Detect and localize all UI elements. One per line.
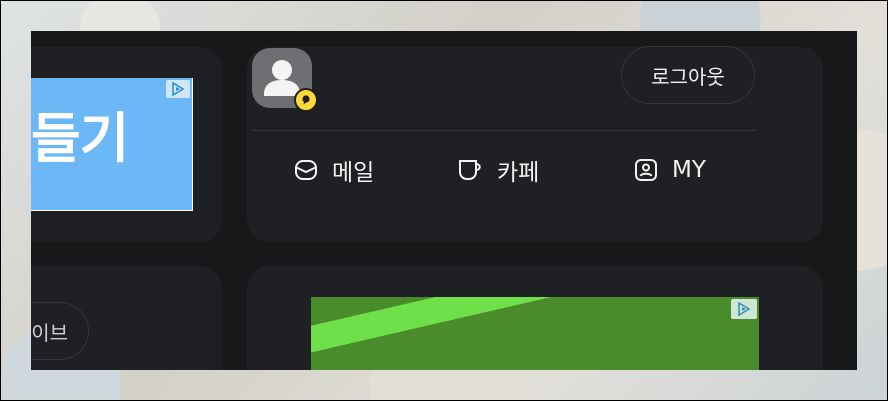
my-shortcut[interactable]: MY <box>634 150 706 190</box>
ad-banner[interactable]: 들기 <box>31 78 193 211</box>
my-label: MY <box>672 157 706 183</box>
mail-icon <box>295 160 317 180</box>
mail-shortcut[interactable]: 메일 <box>294 150 374 190</box>
adchoices-icon[interactable] <box>731 299 757 319</box>
ad-banner-text: 들기 <box>31 107 129 170</box>
ad-stripe <box>311 297 759 361</box>
mail-label: 메일 <box>332 160 375 186</box>
adchoices-icon[interactable] <box>166 80 190 98</box>
cafe-label: 카페 <box>497 160 540 186</box>
ad-banner-bottom[interactable] <box>311 297 759 370</box>
logout-button[interactable]: 로그아웃 <box>621 46 755 104</box>
divider <box>252 130 756 131</box>
cup-icon <box>459 160 481 180</box>
service-card <box>31 266 222 370</box>
profile-card-icon <box>635 159 657 181</box>
cafe-shortcut[interactable]: 카페 <box>457 150 539 190</box>
chat-badge-icon <box>294 88 318 112</box>
